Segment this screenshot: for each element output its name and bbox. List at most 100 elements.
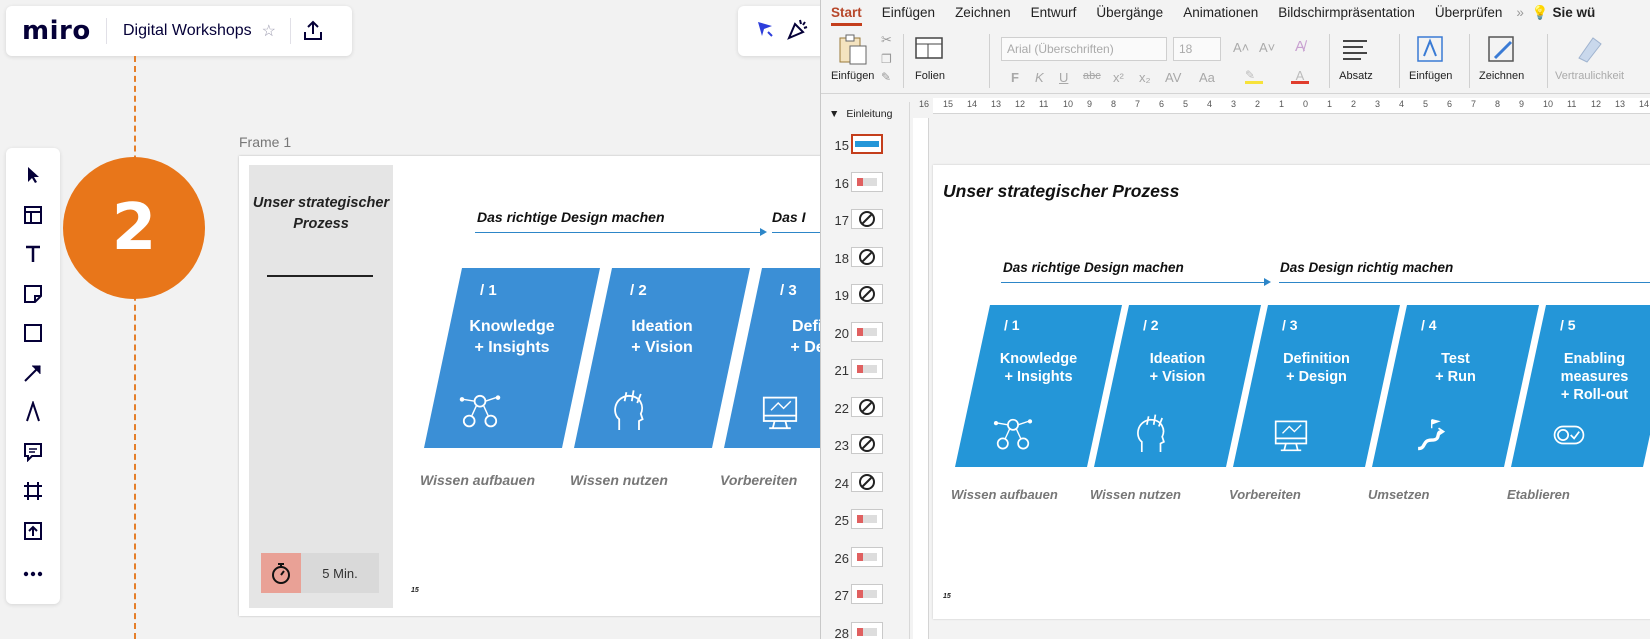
font-size-dropdown[interactable]: 18: [1173, 37, 1221, 61]
slide-thumbnail-number: 19: [834, 288, 849, 303]
slide-thumbnail[interactable]: 15: [821, 130, 901, 160]
miro-board: miro Digital Workshops ☆ 2 Frame 1 Unser…: [0, 0, 820, 639]
miro-logo[interactable]: miro: [6, 16, 106, 46]
templates-tool[interactable]: [13, 198, 53, 238]
insert-button[interactable]: Einfügen: [1409, 32, 1452, 82]
slide-thumbnail[interactable]: 16: [821, 168, 901, 198]
slide-number: 15: [411, 587, 419, 594]
tab-start[interactable]: Start: [821, 0, 872, 26]
process-step-1: [955, 305, 1122, 467]
slide-thumbnail-image: [851, 546, 883, 567]
highlight-icon[interactable]: ✎: [1245, 68, 1263, 84]
star-icon[interactable]: ☆: [262, 21, 290, 41]
share-upload-icon[interactable]: [291, 6, 335, 56]
frame-tool[interactable]: [13, 474, 53, 514]
increase-font-icon[interactable]: A˄: [1233, 40, 1249, 55]
shape-tool[interactable]: [13, 316, 53, 356]
frame-label[interactable]: Frame 1: [239, 134, 291, 150]
draw-button[interactable]: Zeichnen: [1479, 32, 1524, 82]
miro-frame[interactable]: Unser strategischer Prozess 5 Min. Das r…: [239, 156, 820, 616]
slide-thumbnail[interactable]: 19: [821, 280, 901, 310]
subscript-button[interactable]: x₂: [1139, 70, 1151, 85]
reactions-icon[interactable]: [754, 18, 776, 45]
ruler-tick-label: 12: [1015, 99, 1026, 109]
decrease-font-icon[interactable]: A˅: [1259, 40, 1275, 55]
pen-icon: [24, 400, 42, 428]
more-tabs-icon[interactable]: »: [1512, 0, 1528, 26]
tab-entwurf[interactable]: Entwurf: [1021, 0, 1087, 26]
change-case-button[interactable]: Aa: [1199, 70, 1215, 85]
copy-icon[interactable]: ❐: [881, 52, 892, 66]
character-spacing-button[interactable]: AV: [1165, 70, 1181, 85]
superscript-button[interactable]: x²: [1113, 70, 1124, 85]
slide-thumbnail[interactable]: 21: [821, 355, 901, 385]
slide-thumbnail-number: 21: [834, 363, 849, 378]
connection-line-tool[interactable]: [13, 356, 53, 396]
select-tool[interactable]: [13, 158, 53, 198]
frame-icon: [23, 481, 43, 506]
dashed-guide-line: [134, 56, 136, 639]
slide-thumbnail[interactable]: 24: [821, 468, 901, 498]
step-number: / 5: [1560, 317, 1576, 333]
template-icon: [23, 205, 43, 230]
phase-arrow-1: [475, 228, 767, 236]
tab-zeichnen[interactable]: Zeichnen: [945, 0, 1021, 26]
slides-button[interactable]: Folien: [913, 32, 947, 82]
upload-tool[interactable]: [13, 514, 53, 554]
paragraph-button[interactable]: Absatz: [1339, 32, 1373, 82]
section-header[interactable]: ▼ Einleitung: [829, 108, 892, 120]
ruler-tick-label: 1: [1327, 99, 1333, 109]
text-icon: [24, 244, 42, 269]
step-subtitle: + Run: [1435, 369, 1476, 385]
step-title: Ideation: [631, 318, 693, 335]
slide-thumbnail[interactable]: 27: [821, 580, 901, 610]
slide-thumbnail[interactable]: 25: [821, 505, 901, 535]
ruler-tick-label: 9: [1087, 99, 1093, 109]
tab-ueberpruefen[interactable]: Überprüfen: [1425, 0, 1513, 26]
paste-button[interactable]: Einfügen: [831, 32, 874, 82]
more-tools[interactable]: [13, 553, 53, 593]
underline-button[interactable]: U: [1059, 70, 1068, 85]
text-tool[interactable]: [13, 237, 53, 277]
slide-thumbnail[interactable]: 20: [821, 318, 901, 348]
font-name-dropdown[interactable]: Arial (Überschriften): [1001, 37, 1167, 61]
miro-right-toolbar: [738, 6, 820, 56]
celebrate-icon[interactable]: [786, 17, 810, 46]
font-color-icon[interactable]: A: [1291, 68, 1309, 84]
pen-tool[interactable]: [13, 395, 53, 435]
slide-thumbnail[interactable]: 26: [821, 543, 901, 573]
upload-icon: [23, 521, 43, 546]
board-title[interactable]: Digital Workshops: [107, 22, 262, 40]
slide-canvas[interactable]: Unser strategischer Prozess Das richtige…: [933, 165, 1650, 619]
tab-animationen[interactable]: Animationen: [1173, 0, 1268, 26]
italic-button[interactable]: K: [1035, 70, 1044, 85]
tab-bildschirmpraesentation[interactable]: Bildschirmpräsentation: [1268, 0, 1425, 26]
step-number: / 2: [630, 282, 647, 299]
tab-einfuegen[interactable]: Einfügen: [872, 0, 945, 26]
ruler-tick-label: 2: [1351, 99, 1357, 109]
hidden-slide-icon: [859, 398, 875, 415]
sensitivity-button[interactable]: Vertraulichkeit: [1555, 32, 1624, 82]
slide-thumbnail[interactable]: 28: [821, 618, 901, 639]
strikethrough-button[interactable]: abc: [1083, 70, 1101, 82]
slides-label: Folien: [915, 70, 945, 82]
tell-me-search[interactable]: 💡 Sie wü: [1528, 0, 1599, 26]
tab-uebergaenge[interactable]: Übergänge: [1086, 0, 1173, 26]
arrow-icon: [23, 363, 43, 388]
hidden-slide-icon: [859, 473, 875, 490]
slide-thumbnail[interactable]: 18: [821, 243, 901, 273]
format-painter-icon[interactable]: ✎: [881, 70, 891, 84]
scissors-icon[interactable]: ✂: [881, 32, 892, 48]
bold-button[interactable]: F: [1011, 70, 1019, 85]
hidden-slide-icon: [859, 248, 875, 265]
slide-thumbnail[interactable]: 17: [821, 205, 901, 235]
hidden-slide-icon: [859, 436, 875, 452]
sticky-note-tool[interactable]: [13, 277, 53, 317]
slide-thumbnail-image: [851, 434, 883, 454]
slide-thumbnail[interactable]: 22: [821, 393, 901, 423]
phase-heading-2: Das I: [772, 209, 806, 225]
comment-tool[interactable]: [13, 435, 53, 475]
slide-thumbnail[interactable]: 23: [821, 430, 901, 460]
clear-formatting-icon[interactable]: A̸: [1295, 38, 1305, 55]
slide-thumbnail-number: 25: [834, 513, 849, 528]
